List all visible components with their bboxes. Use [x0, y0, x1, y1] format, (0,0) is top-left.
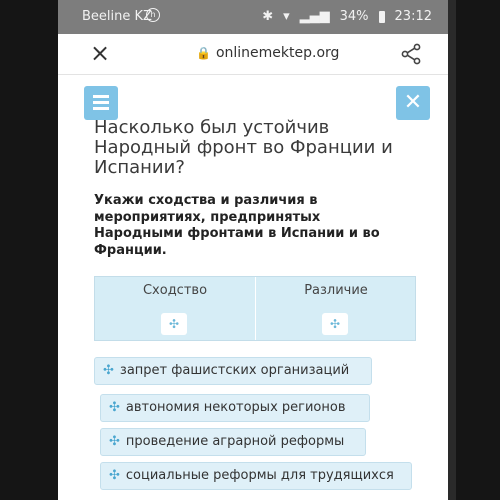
drag-handle-icon: ✣: [109, 400, 120, 415]
option-label: проведение аграрной реформы: [125, 434, 345, 449]
page-title: Насколько был устойчив Народный фронт во…: [94, 117, 393, 178]
drag-handle-icon: ✣: [109, 434, 120, 449]
network-logo-icon: h: [146, 8, 160, 22]
draggable-option[interactable]: ✣ проведение аграрной реформы: [100, 428, 366, 456]
close-quiz-button[interactable]: ✕: [396, 86, 430, 120]
draggable-option[interactable]: ✣ социальные реформы для трудящихся: [100, 462, 412, 490]
drop-zone-move-icon[interactable]: ✣: [161, 313, 187, 335]
url-text: onlinemektep.org: [215, 45, 340, 61]
close-icon: ✕: [403, 90, 423, 115]
drag-handle-icon: ✣: [103, 363, 114, 378]
phone-screen: Beeline KZ h ✱ ▾ ▂▄▆ 34% 23:12 × 🔒 online…: [58, 0, 450, 500]
clock: 23:12: [394, 9, 432, 24]
task-instruction: Укажи сходства и различия в мероприятиях…: [94, 193, 380, 258]
battery-icon: [378, 10, 385, 23]
signal-icon: ▂▄▆: [299, 9, 330, 24]
answer-table: Сходство ✣ Различие ✣: [94, 276, 416, 341]
column-similarity: Сходство ✣: [95, 277, 256, 340]
drop-zone-move-icon[interactable]: ✣: [322, 313, 348, 335]
status-bar: Beeline KZ h ✱ ▾ ▂▄▆ 34% 23:12: [58, 0, 450, 34]
bluetooth-icon: ✱: [262, 9, 274, 24]
column-header: Различие: [304, 283, 368, 298]
hamburger-icon: [93, 95, 109, 98]
url-field[interactable]: 🔒 onlinemektep.org: [196, 45, 339, 61]
draggable-option[interactable]: ✣ автономия некоторых регионов: [100, 394, 370, 422]
lock-icon: 🔒: [196, 46, 211, 60]
column-difference: Различие ✣: [256, 277, 416, 340]
option-label: автономия некоторых регионов: [125, 400, 346, 415]
draggable-option[interactable]: ✣ запрет фашистских организаций: [94, 357, 372, 385]
drag-handle-icon: ✣: [109, 468, 120, 483]
browser-address-bar: × 🔒 onlinemektep.org: [58, 34, 450, 75]
battery-percent: 34%: [339, 9, 369, 24]
column-header: Сходство: [142, 283, 208, 298]
wifi-icon: ▾: [283, 9, 290, 24]
carrier-name: Beeline KZ: [82, 9, 152, 24]
close-tab-button[interactable]: ×: [90, 40, 110, 66]
share-icon[interactable]: [400, 43, 422, 65]
option-label: социальные реформы для трудящихся: [125, 468, 394, 483]
option-label: запрет фашистских организаций: [119, 363, 350, 378]
phone-bezel: [448, 0, 456, 500]
menu-button[interactable]: [84, 86, 118, 120]
